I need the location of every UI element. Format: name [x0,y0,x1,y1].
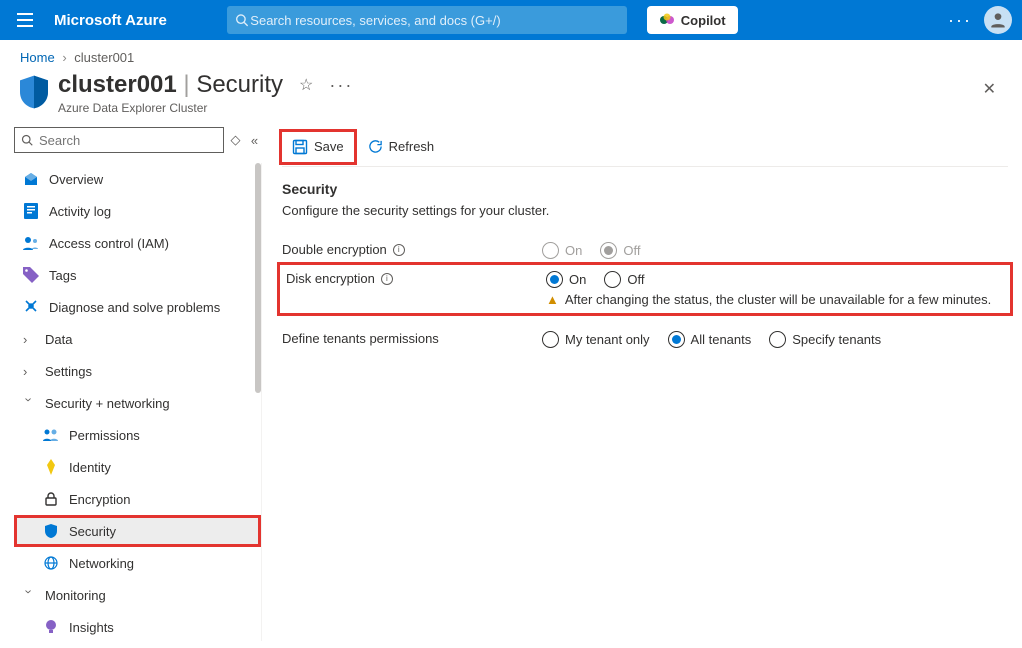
disk-encryption-warning: ▲ After changing the status, the cluster… [546,292,991,307]
diagnose-icon [23,299,39,315]
section-description: Configure the security settings for your… [282,203,1008,218]
save-icon [292,139,308,155]
resource-title: cluster001 | Security [58,71,283,99]
chevron-right-icon: › [23,364,35,379]
header-more-button[interactable]: ··· [329,75,353,96]
page-header: cluster001 | Security ☆ ··· Azure Data E… [0,69,1022,121]
nav-group-monitoring[interactable]: › Monitoring [14,579,261,611]
top-more-button[interactable]: ··· [948,10,972,31]
nav-group-data[interactable]: › Data [14,323,261,355]
shield-icon [43,523,59,539]
section-title: Security [282,181,1008,197]
nav-item-diagnose[interactable]: Diagnose and solve problems [14,291,261,323]
disk-encryption-off-radio[interactable]: Off [604,271,644,288]
identity-icon [43,459,59,475]
chevron-right-icon: › [23,332,35,347]
global-search[interactable] [227,6,627,34]
copilot-button[interactable]: Copilot [647,6,738,34]
networking-icon [43,555,59,571]
save-button[interactable]: Save [282,132,354,162]
nav-item-tags[interactable]: Tags [14,259,261,291]
close-blade-button[interactable]: ✕ [983,79,996,99]
info-icon[interactable]: i [381,273,393,285]
nav-item-activity-log[interactable]: Activity log [14,195,261,227]
breadcrumb-home[interactable]: Home [20,50,55,65]
nav-group-settings[interactable]: › Settings [14,355,261,387]
field-disk-encryption: Disk encryption i On Off ▲ After changin… [282,267,1008,311]
nav-item-overview[interactable]: Overview [14,163,261,195]
favorite-button[interactable]: ☆ [299,75,313,95]
chevron-down-icon: › [22,397,37,409]
chevron-down-icon: › [22,589,37,601]
tags-icon [23,267,39,283]
insights-icon [43,619,59,635]
nav-scrollbar[interactable] [255,163,261,393]
search-icon [21,134,33,146]
nav-search[interactable] [14,127,224,153]
tenants-label: Define tenants permissions [282,331,439,346]
info-icon[interactable]: i [393,244,405,256]
copilot-icon [659,12,675,28]
user-avatar[interactable] [984,6,1012,34]
double-encryption-label: Double encryption [282,242,387,257]
menu-toggle-button[interactable] [10,13,40,27]
refresh-button[interactable]: Refresh [358,132,445,162]
pin-button[interactable]: ◇ [228,132,243,148]
nav-item-insights[interactable]: Insights [14,611,261,641]
nav-item-networking[interactable]: Networking [14,547,261,579]
field-tenants-permissions: Define tenants permissions My tenant onl… [282,325,1008,354]
tenants-my-tenant-radio[interactable]: My tenant only [542,331,650,348]
global-search-input[interactable] [248,12,619,29]
content-toolbar: Save Refresh [282,127,1008,167]
main-content: Save Refresh Security Configure the secu… [262,127,1022,641]
nav-search-input[interactable] [37,132,217,149]
brand-label[interactable]: Microsoft Azure [54,12,167,29]
access-control-icon [23,235,39,251]
chevron-right-icon: › [62,50,66,65]
nav-item-identity[interactable]: Identity [14,451,261,483]
resource-nav: ◇ « Overview Activity log Access control… [14,127,262,641]
lock-icon [43,491,59,507]
tenants-specify-radio[interactable]: Specify tenants [769,331,881,348]
nav-item-access-control[interactable]: Access control (IAM) [14,227,261,259]
hamburger-icon [17,13,33,27]
nav-item-permissions[interactable]: Permissions [14,419,261,451]
nav-item-security[interactable]: Security [14,515,261,547]
permissions-icon [43,427,59,443]
copilot-label: Copilot [681,13,726,28]
nav-group-security-networking[interactable]: › Security + networking [14,387,261,419]
person-icon [988,10,1008,30]
breadcrumb: Home › cluster001 [0,40,1022,69]
tenants-all-tenants-radio[interactable]: All tenants [668,331,752,348]
nav-item-encryption[interactable]: Encryption [14,483,261,515]
search-icon [235,13,249,27]
resource-type-label: Azure Data Explorer Cluster [58,101,353,115]
field-double-encryption: Double encryption i On Off [282,236,1008,265]
breadcrumb-current[interactable]: cluster001 [74,50,134,65]
refresh-icon [368,139,383,154]
disk-encryption-label: Disk encryption [286,271,375,286]
global-header: Microsoft Azure Copilot ··· [0,0,1022,40]
overview-icon [23,171,39,187]
activity-log-icon [23,203,39,219]
collapse-nav-button[interactable]: « [247,133,262,148]
double-encryption-off-radio: Off [600,242,640,259]
shield-icon [20,75,48,109]
warning-icon: ▲ [546,292,559,307]
disk-encryption-on-radio[interactable]: On [546,271,586,288]
double-encryption-on-radio: On [542,242,582,259]
